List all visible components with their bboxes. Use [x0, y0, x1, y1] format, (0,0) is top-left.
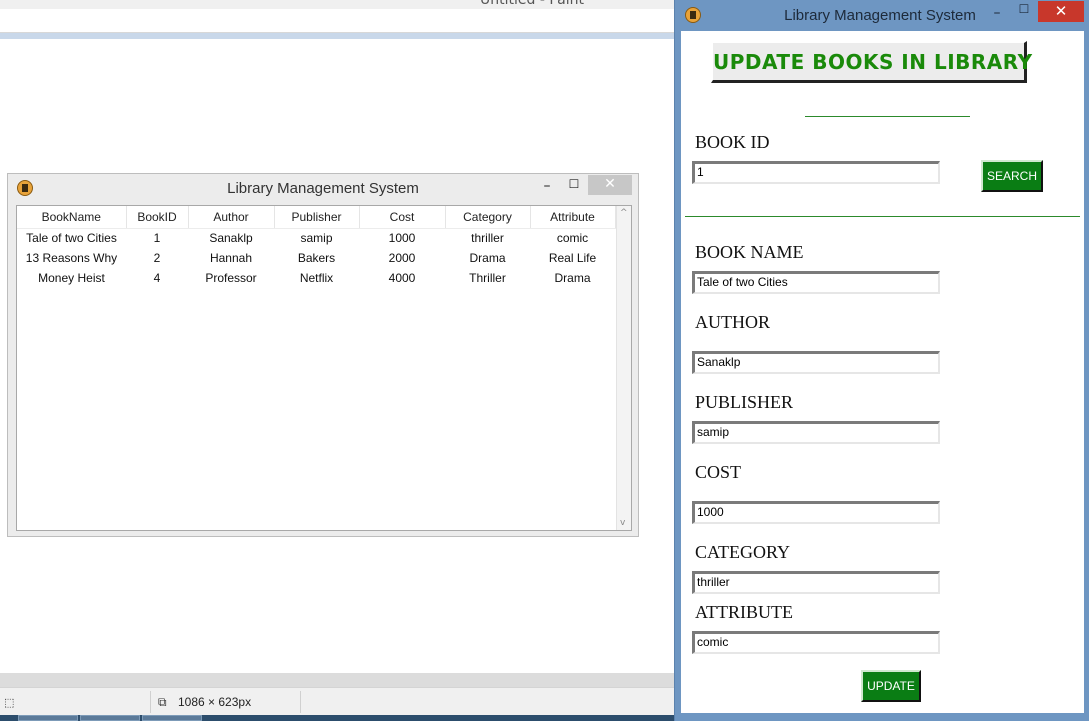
column-header-author[interactable]: Author: [188, 206, 275, 229]
table-cell: Sanaklp: [209, 231, 253, 246]
paint-horizontal-scrollbar[interactable]: [0, 673, 674, 687]
update-window-titlebar[interactable]: Library Management System – ☐ ✕: [675, 0, 1089, 31]
taskbar-button[interactable]: [142, 715, 202, 721]
table-cell: Professor: [205, 271, 257, 285]
table-cell: Drama: [469, 251, 506, 265]
treeview-vertical-scrollbar[interactable]: ^ v: [616, 206, 631, 530]
book-name-label: BOOK NAME: [695, 242, 804, 262]
table-cell: Bakers: [297, 251, 336, 265]
table-row[interactable]: Money Heist 4 Professor Netflix 4000 Thr…: [17, 268, 615, 288]
heading-box: UPDATE BOOKS IN LIBRARY: [711, 41, 1033, 83]
scroll-up-icon[interactable]: ^: [620, 208, 628, 218]
books-table-titlebar[interactable]: Library Management System – ☐ ✕: [8, 174, 638, 204]
table-cell: Tale of two Cities: [26, 231, 117, 246]
scroll-down-icon[interactable]: v: [620, 518, 625, 528]
table-cell: Real Life: [548, 251, 597, 265]
maximize-icon[interactable]: ☐: [1016, 2, 1032, 20]
author-input[interactable]: Sanaklp: [692, 351, 940, 374]
minimize-icon[interactable]: –: [989, 5, 1005, 23]
page-title: UPDATE BOOKS IN LIBRARY: [713, 50, 1033, 74]
table-header-row: BookName BookID Author Publisher Cost Ca…: [17, 206, 616, 229]
update-button[interactable]: UPDATE: [861, 670, 921, 702]
table-cell: 4: [153, 271, 161, 285]
update-window-title: Library Management System: [784, 7, 976, 24]
attribute-input[interactable]: comic: [692, 631, 940, 654]
table-cell: 4000: [388, 271, 416, 285]
table-cell: Money Heist: [38, 271, 105, 285]
book-name-input[interactable]: Tale of two Cities: [692, 271, 940, 294]
taskbar: [0, 715, 674, 721]
heading-underline: [805, 116, 970, 117]
table-cell: Drama: [554, 271, 591, 285]
table-cell: 1000: [388, 231, 416, 246]
paint-titlebar: Untitled - Paint: [0, 0, 674, 9]
column-header-attribute[interactable]: Attribute: [530, 206, 616, 229]
table-cell: 13 Reasons Why: [25, 251, 118, 265]
category-label: CATEGORY: [695, 542, 791, 562]
status-separator: [150, 691, 151, 713]
taskbar-button[interactable]: [18, 715, 78, 721]
paint-status-bar: ⬚ ⧉ 1086 × 623px: [0, 687, 674, 715]
column-header-bookid[interactable]: BookID: [126, 206, 189, 229]
selection-size-icon: ⬚: [4, 696, 15, 709]
table-cell: Hannah: [209, 251, 253, 265]
paint-ribbon: [0, 9, 674, 33]
form-divider: [685, 216, 1080, 217]
publisher-label: PUBLISHER: [695, 392, 794, 412]
books-treeview[interactable]: BookName BookID Author Publisher Cost Ca…: [16, 205, 632, 531]
column-header-category[interactable]: Category: [445, 206, 531, 229]
paint-window-title: Untitled - Paint: [480, 0, 584, 8]
taskbar-button[interactable]: [80, 715, 140, 721]
books-table-window: Library Management System – ☐ ✕ BookName…: [7, 173, 639, 537]
maximize-icon[interactable]: ☐: [565, 177, 583, 195]
minimize-icon[interactable]: –: [538, 178, 556, 196]
table-cell: samip: [300, 231, 333, 246]
table-row[interactable]: Tale of two Cities 1 Sanaklp samip 1000 …: [17, 228, 615, 248]
category-input[interactable]: thriller: [692, 571, 940, 594]
book-id-label: BOOK ID: [695, 132, 770, 152]
close-icon[interactable]: ✕: [588, 175, 632, 195]
table-cell: comic: [556, 231, 589, 246]
image-size-icon: ⧉: [158, 695, 167, 709]
table-cell: thriller: [471, 231, 504, 246]
table-cell: Thriller: [469, 271, 506, 285]
table-cell: 2000: [388, 251, 416, 265]
update-form: UPDATE BOOKS IN LIBRARY BOOK ID 1 SEARCH…: [681, 31, 1084, 713]
publisher-input[interactable]: samip: [692, 421, 940, 444]
author-label: AUTHOR: [695, 312, 770, 332]
books-table: BookName BookID Author Publisher Cost Ca…: [17, 206, 616, 288]
table-cell: Netflix: [299, 271, 334, 285]
cost-input[interactable]: 1000: [692, 501, 940, 524]
cost-label: COST: [695, 462, 742, 482]
table-cell: 2: [153, 251, 161, 265]
search-button[interactable]: SEARCH: [981, 160, 1043, 192]
close-icon[interactable]: ✕: [1038, 1, 1084, 22]
image-size-label: 1086 × 623px: [178, 695, 252, 709]
update-books-window: Library Management System – ☐ ✕ UPDATE B…: [674, 0, 1089, 721]
book-id-input[interactable]: 1: [692, 161, 940, 184]
column-header-publisher[interactable]: Publisher: [274, 206, 360, 229]
library-app-icon: [685, 7, 701, 23]
status-separator: [300, 691, 301, 713]
table-row[interactable]: 13 Reasons Why 2 Hannah Bakers 2000 Dram…: [17, 248, 615, 268]
attribute-label: ATTRIBUTE: [695, 602, 793, 622]
column-header-bookname[interactable]: BookName: [17, 206, 127, 229]
column-header-cost[interactable]: Cost: [359, 206, 446, 229]
table-cell: 1: [153, 231, 161, 246]
